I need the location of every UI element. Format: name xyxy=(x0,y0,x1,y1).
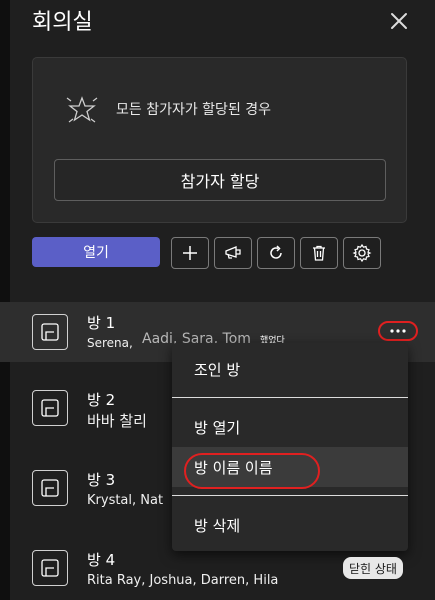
add-room-button[interactable] xyxy=(171,237,209,269)
assign-message: 모든 참가자가 할당된 경우 xyxy=(116,102,272,118)
menu-divider xyxy=(172,495,408,496)
more-icon xyxy=(390,329,406,333)
announcement-button[interactable] xyxy=(214,237,252,269)
announce-icon xyxy=(225,246,241,259)
room-icon xyxy=(32,314,68,350)
menu-divider xyxy=(172,397,408,398)
menu-item-rename-room[interactable]: 방 이름 이름 xyxy=(172,447,408,487)
room-participants: Rita Ray, Joshua, Darren, Hila xyxy=(87,573,279,588)
room-context-menu: 조인 방 방 열기 방 이름 이름 방 삭제 xyxy=(172,343,408,551)
delete-icon xyxy=(313,245,325,261)
room-icon xyxy=(32,390,68,426)
room-participants: 바바 찰리 xyxy=(87,412,147,430)
recreate-icon xyxy=(270,245,282,259)
menu-item-open-room[interactable]: 방 열기 xyxy=(172,407,408,447)
room-icon xyxy=(32,470,68,506)
settings-icon xyxy=(352,243,372,263)
room-participants: Serena, xyxy=(87,336,133,350)
room-name: 방 3 xyxy=(87,471,116,489)
room-name: 방 4 xyxy=(87,551,116,569)
room-name: 방 2 xyxy=(87,391,116,409)
star-icon xyxy=(64,92,100,132)
close-icon[interactable] xyxy=(388,10,410,32)
closed-status-badge: 닫힌 상태 xyxy=(343,557,403,579)
panel-title: 회의실 xyxy=(32,10,93,35)
room-participants: Krystal, Nat xyxy=(87,493,164,508)
room-icon xyxy=(32,550,68,586)
assign-participants-button[interactable]: 참가자 할당 xyxy=(54,159,386,201)
add-icon xyxy=(183,246,197,260)
menu-item-delete-room[interactable]: 방 삭제 xyxy=(172,505,408,545)
more-options-button[interactable] xyxy=(378,321,418,341)
room-name: 방 1 xyxy=(87,314,116,332)
open-button[interactable]: 열기 xyxy=(32,237,160,267)
menu-item-join-room[interactable]: 조인 방 xyxy=(172,349,408,389)
settings-button[interactable] xyxy=(343,237,381,269)
recreate-button[interactable] xyxy=(257,237,295,269)
delete-rooms-button[interactable] xyxy=(300,237,338,269)
